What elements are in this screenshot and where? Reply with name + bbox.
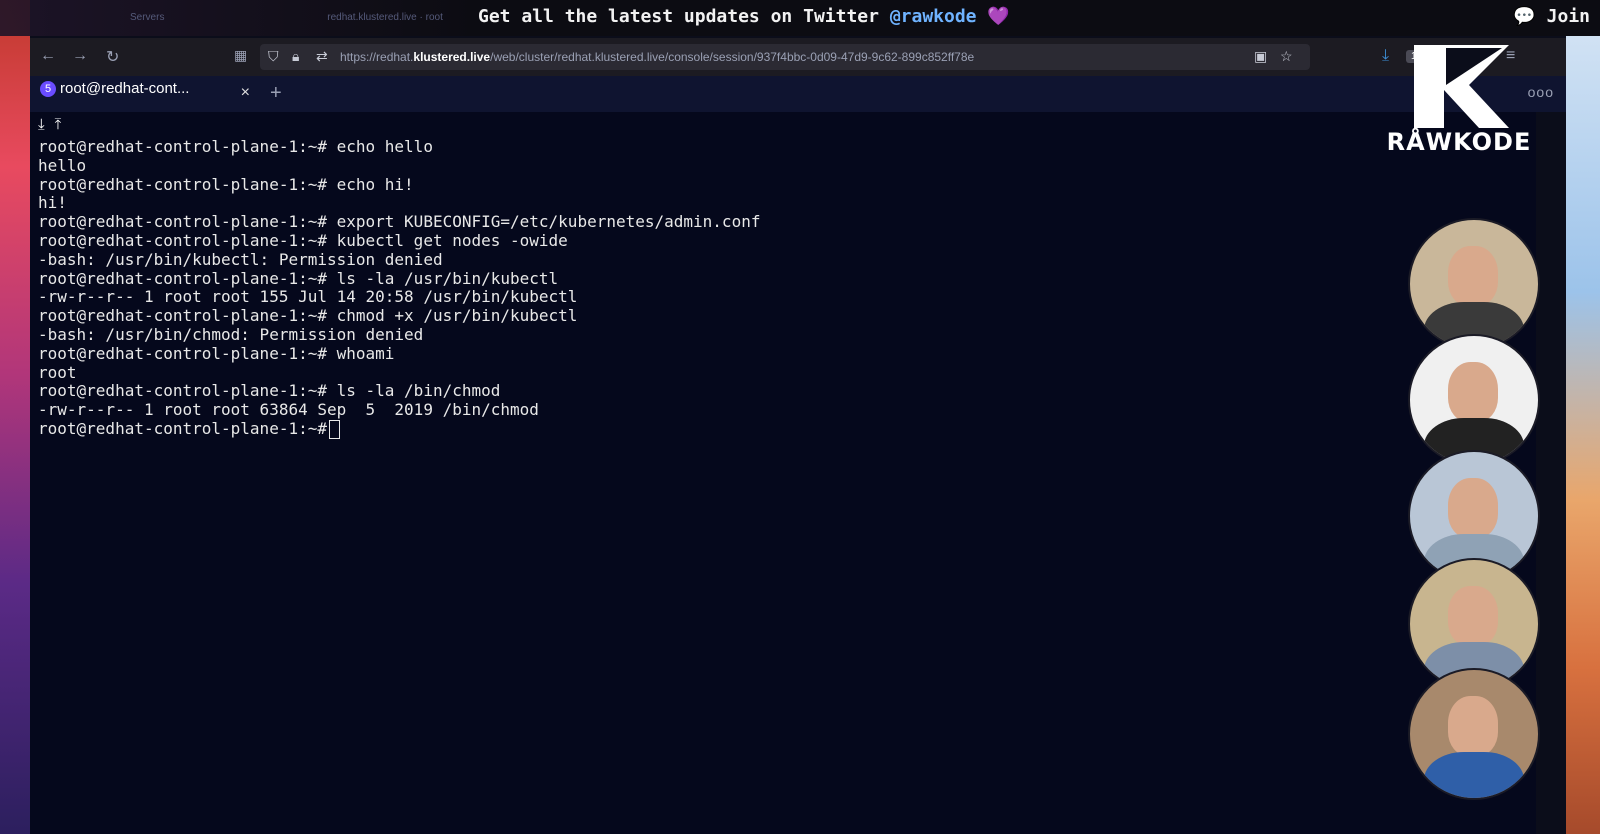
join-button[interactable]: 💬 Join	[1513, 6, 1590, 27]
participant-video	[1408, 334, 1540, 466]
terminal-line: -bash: /usr/bin/chmod: Permission denied	[38, 324, 424, 344]
participant-face	[1448, 362, 1498, 422]
desktop-wallpaper-right	[1566, 0, 1600, 834]
back-icon[interactable]: ←	[40, 47, 56, 65]
url-text[interactable]: https://redhat.klustered.live/web/cluste…	[340, 50, 974, 64]
desktop-wallpaper-left	[0, 0, 30, 834]
participant-face	[1448, 246, 1498, 306]
terminal-line: root@redhat-control-plane-1:~# ls -la /u…	[38, 268, 559, 288]
browser-toolbar: ← → ↻ ▦ ⛉ 🔒︎ ⇄ https://redhat.klustered.…	[30, 38, 1566, 76]
chat-bubble-icon: 💬	[1513, 6, 1536, 27]
heart-icon: 💜	[987, 6, 1010, 27]
download-icon[interactable]: ⤓	[38, 116, 45, 133]
bookmark-star-icon[interactable]: ☆	[1280, 48, 1293, 65]
forward-icon[interactable]: →	[72, 47, 88, 65]
terminal-console[interactable]: ⤓ ⤒ root@redhat-control-plane-1:~# echo h…	[30, 112, 1536, 834]
terminal-output: root@redhat-control-plane-1:~# echo hell…	[38, 137, 761, 439]
terminal-line: root	[38, 362, 77, 382]
shield-icon[interactable]: ⛉	[268, 48, 279, 65]
banner-message-text: Get all the latest updates on Twitter	[478, 6, 890, 27]
extensions-icon[interactable]: ▦	[234, 47, 247, 64]
terminal-line: -rw-r--r-- 1 root root 63864 Sep 5 2019 …	[38, 400, 539, 420]
participant-body	[1424, 752, 1524, 798]
banner-message: Get all the latest updates on Twitter @r…	[478, 6, 1010, 27]
upload-icon[interactable]: ⤒	[55, 116, 62, 133]
twitter-handle[interactable]: @rawkode	[890, 6, 977, 27]
stream-banner: Servers redhat.klustered.live · root Get…	[0, 0, 1600, 36]
participant-video	[1408, 668, 1540, 800]
rawkode-logo: RÅWKODE	[1384, 40, 1534, 160]
permissions-icon[interactable]: ⇄	[316, 48, 328, 65]
terminal-line: -rw-r--r-- 1 root root 155 Jul 14 20:58 …	[38, 287, 578, 307]
new-tab-icon[interactable]: +	[270, 82, 282, 105]
participant-face	[1448, 478, 1498, 538]
terminal-line: hi!	[38, 193, 67, 213]
terminal-tab-active[interactable]: 5 root@redhat-cont... ×	[40, 80, 250, 110]
terminal-line: root@redhat-control-plane-1:~# export KU…	[38, 212, 761, 232]
logo-text: RÅWKODE	[1386, 128, 1532, 156]
participant-face	[1448, 696, 1498, 756]
terminal-line: root@redhat-control-plane-1:~# echo hell…	[38, 137, 433, 156]
join-label: Join	[1546, 6, 1590, 27]
terminal-line: -bash: /usr/bin/kubectl: Permission deni…	[38, 249, 443, 269]
tab-title: root@redhat-cont...	[60, 80, 190, 97]
terminal-line: root@redhat-control-plane-1:~# kubectl g…	[38, 230, 568, 250]
terminal-prompt: root@redhat-control-plane-1:~#	[38, 418, 327, 438]
background-tab-servers[interactable]: Servers	[130, 12, 164, 23]
participant-face	[1448, 586, 1498, 646]
tab-number-badge: 5	[40, 81, 56, 97]
terminal-cursor	[328, 419, 340, 439]
background-tab-console[interactable]: redhat.klustered.live · root	[327, 12, 443, 23]
address-bar[interactable]: ⛉ 🔒︎ ⇄ https://redhat.klustered.live/web…	[260, 44, 1442, 70]
file-transfer-controls: ⤓ ⤒	[38, 116, 71, 133]
lock-icon[interactable]: 🔒︎	[292, 48, 299, 65]
terminal-line: root@redhat-control-plane-1:~# ls -la /b…	[38, 381, 501, 401]
rawkode-k-icon	[1414, 45, 1509, 128]
close-tab-icon[interactable]: ×	[241, 84, 250, 102]
terminal-line: hello	[38, 155, 87, 175]
terminal-prompt-line[interactable]: root@redhat-control-plane-1:~#	[38, 418, 760, 439]
reload-icon[interactable]: ↻	[106, 47, 119, 67]
participant-video	[1408, 218, 1540, 350]
qr-code-icon[interactable]: ▣	[1254, 48, 1267, 65]
terminal-line: root@redhat-control-plane-1:~# chmod +x …	[38, 306, 578, 326]
terminal-line: root@redhat-control-plane-1:~# echo hi!	[38, 174, 414, 194]
terminal-tab-bar: 5 root@redhat-cont... × + ooo	[30, 76, 1566, 112]
terminal-line: root@redhat-control-plane-1:~# whoami	[38, 343, 395, 363]
